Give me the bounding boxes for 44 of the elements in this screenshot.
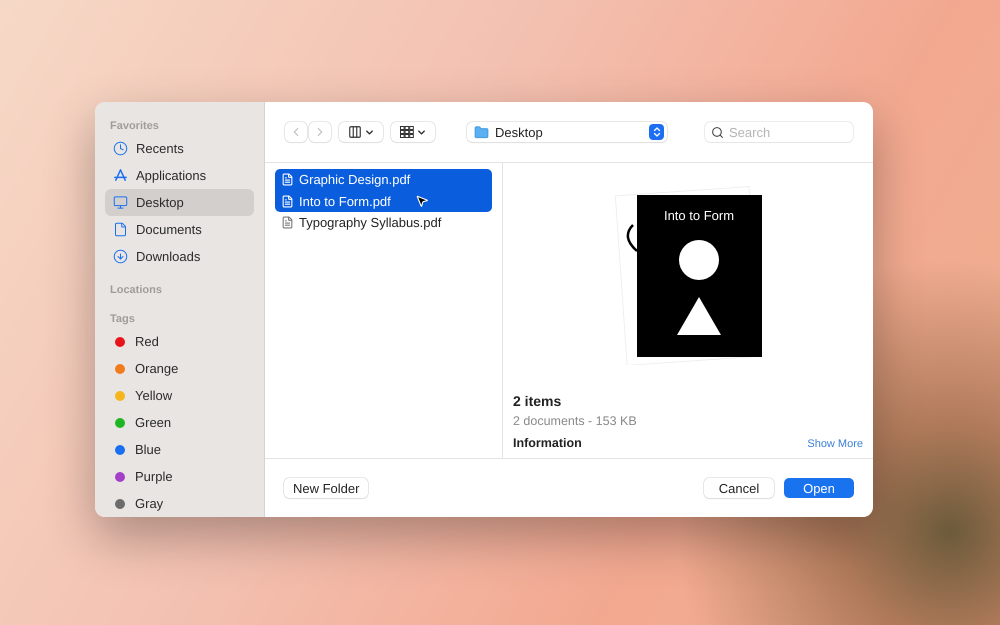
mouse-cursor-icon xyxy=(415,194,429,208)
file-row[interactable]: Into to Form.pdf xyxy=(275,190,492,212)
tag-item[interactable]: Purple xyxy=(105,463,254,490)
section-title: Tags xyxy=(109,312,136,327)
tag-item[interactable]: Blue xyxy=(105,436,254,463)
search-icon xyxy=(711,126,724,139)
stepper-icon xyxy=(649,124,664,140)
pdf-file-icon xyxy=(281,173,294,186)
monitor-icon xyxy=(113,195,128,210)
item-details: 2 documents - 153 KB xyxy=(513,414,638,428)
location-dropdown[interactable]: Desktop xyxy=(467,122,667,142)
sidebar-item[interactable]: Applications xyxy=(105,162,254,189)
sidebar-item[interactable]: Documents xyxy=(105,216,254,243)
sidebar-item[interactable]: Recents xyxy=(105,135,254,162)
group-button[interactable] xyxy=(391,122,435,142)
document-icon xyxy=(113,222,128,237)
section-title: Favorites xyxy=(109,119,160,134)
grid-icon xyxy=(400,126,414,138)
columns-icon xyxy=(348,125,362,139)
tag-item[interactable]: Yellow xyxy=(105,382,254,409)
tag-item[interactable]: Red xyxy=(105,328,254,355)
folder-icon xyxy=(474,124,489,140)
app-store-icon xyxy=(113,168,128,183)
download-icon xyxy=(113,249,128,264)
file-row[interactable]: Graphic Design.pdf xyxy=(275,169,492,190)
open-button[interactable]: Open xyxy=(784,478,854,498)
pdf-file-icon xyxy=(281,216,294,230)
item-count: 2 items xyxy=(513,393,562,409)
information-label: Information xyxy=(513,436,582,450)
cancel-button[interactable]: Cancel xyxy=(704,478,774,498)
clock-icon xyxy=(113,141,128,156)
new-folder-button[interactable]: New Folder xyxy=(284,478,368,498)
section-title: Locations xyxy=(109,283,163,298)
search-field[interactable]: Search xyxy=(705,122,853,142)
sidebar-item[interactable]: Desktop xyxy=(105,189,254,216)
tag-item[interactable]: Green xyxy=(105,409,254,436)
file-row[interactable]: Typography Syllabus.pdf xyxy=(275,212,492,234)
column-view-button[interactable] xyxy=(339,122,383,142)
sidebar-item[interactable]: Downloads xyxy=(105,243,254,270)
pdf-file-icon xyxy=(281,194,294,208)
cover-title: Into to Form xyxy=(664,208,734,223)
show-more-link[interactable]: Show More xyxy=(807,438,863,450)
tag-item[interactable]: Orange xyxy=(105,355,254,382)
tag-item[interactable]: Gray xyxy=(105,490,254,517)
